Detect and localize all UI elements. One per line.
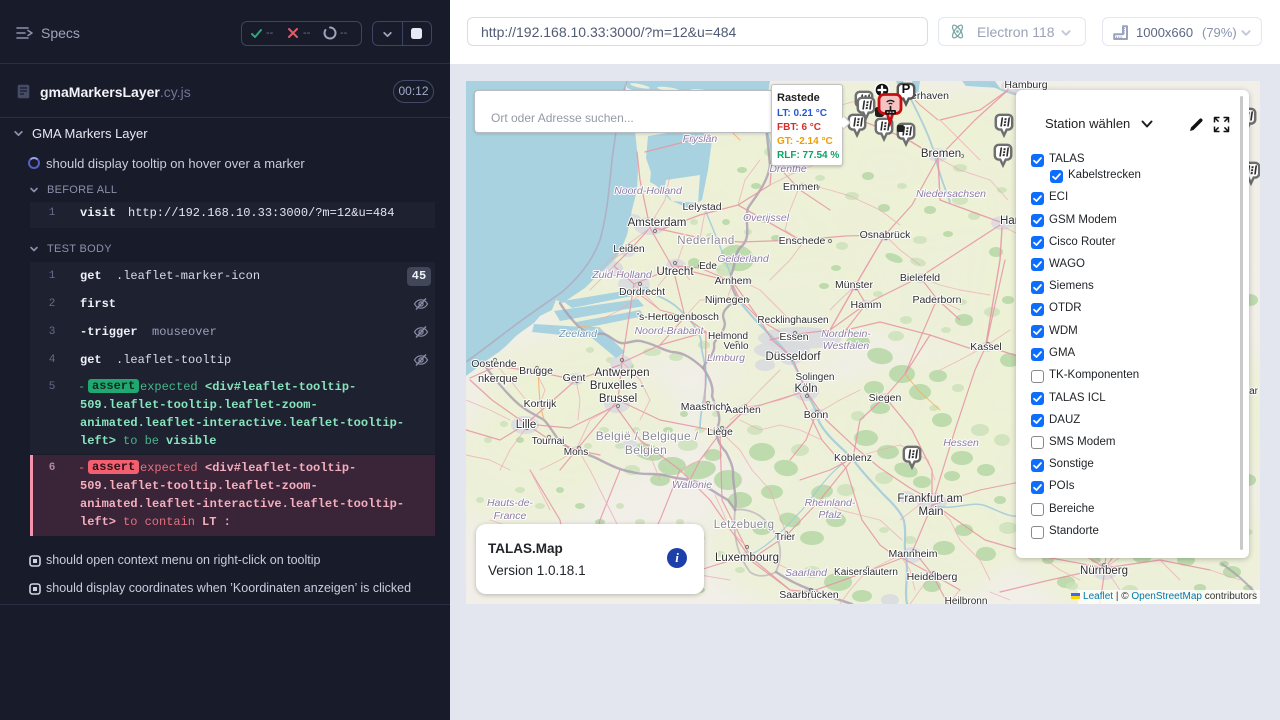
- svg-text:Noord-Holland: Noord-Holland: [614, 185, 683, 197]
- svg-text:Utrecht: Utrecht: [656, 266, 694, 278]
- svg-text:Kassel: Kassel: [970, 341, 1002, 353]
- svg-text:Lelystad: Lelystad: [682, 201, 721, 213]
- svg-text:Amsterdam: Amsterdam: [628, 217, 687, 229]
- svg-text:Düsseldorf: Düsseldorf: [766, 351, 822, 363]
- svg-text:Rheinland-: Rheinland-: [805, 497, 856, 509]
- svg-text:Niedersachsen: Niedersachsen: [916, 188, 986, 200]
- svg-text:Dordrecht: Dordrecht: [619, 286, 665, 298]
- svg-text:Solingen: Solingen: [796, 372, 835, 383]
- svg-text:Köln: Köln: [794, 383, 817, 395]
- svg-text:'s-Hertogenbosch: 's-Hertogenbosch: [637, 311, 719, 323]
- svg-text:Wallonie: Wallonie: [672, 479, 712, 491]
- svg-text:Recklinghausen: Recklinghausen: [757, 315, 828, 326]
- svg-text:Liège: Liège: [707, 426, 733, 438]
- svg-text:Paderborn: Paderborn: [912, 294, 961, 306]
- svg-text:Letzebuerg: Letzebuerg: [714, 519, 775, 531]
- svg-text:Zuid-Holland: Zuid-Holland: [591, 269, 653, 281]
- svg-text:Trier: Trier: [775, 532, 796, 543]
- svg-text:Gent: Gent: [563, 372, 586, 384]
- svg-text:nkerque: nkerque: [478, 373, 518, 385]
- svg-text:Kaiserslautern: Kaiserslautern: [834, 567, 898, 578]
- svg-text:Bonn: Bonn: [804, 409, 829, 421]
- svg-text:Nederland: Nederland: [677, 235, 735, 247]
- svg-text:Main: Main: [919, 506, 944, 518]
- svg-text:Limburg: Limburg: [707, 352, 745, 364]
- svg-text:Nordrhein-: Nordrhein-: [821, 328, 871, 340]
- svg-text:Venlo: Venlo: [723, 341, 748, 352]
- svg-text:Saarland: Saarland: [785, 567, 828, 579]
- svg-text:Bruxelles -: Bruxelles -: [590, 380, 644, 392]
- svg-text:België / Belgique /: België / Belgique /: [596, 429, 699, 443]
- svg-text:Westfalen: Westfalen: [823, 340, 870, 352]
- svg-text:Münster: Münster: [835, 279, 873, 291]
- svg-text:Arnhem: Arnhem: [715, 275, 752, 287]
- svg-text:Zeeland: Zeeland: [558, 328, 598, 340]
- svg-text:Lille: Lille: [516, 419, 536, 431]
- svg-text:Brussel: Brussel: [599, 393, 637, 405]
- svg-text:Aachen: Aachen: [725, 404, 761, 416]
- svg-text:Saarbrücken: Saarbrücken: [779, 589, 839, 601]
- svg-text:Hessen: Hessen: [943, 437, 979, 449]
- svg-text:Hamm: Hamm: [851, 299, 882, 311]
- svg-text:Antwerpen: Antwerpen: [595, 367, 650, 379]
- svg-text:Gelderland: Gelderland: [717, 253, 770, 265]
- svg-text:Pfalz: Pfalz: [818, 509, 842, 521]
- svg-text:Maastricht: Maastricht: [681, 401, 730, 413]
- svg-text:Bremen: Bremen: [921, 148, 961, 160]
- svg-text:Oostende: Oostende: [471, 358, 517, 370]
- svg-text:Nürnberg: Nürnberg: [1080, 565, 1128, 577]
- svg-text:Noord-Brabant: Noord-Brabant: [635, 325, 705, 337]
- svg-text:Overijssel: Overijssel: [743, 212, 790, 224]
- svg-text:Fryslân: Fryslân: [683, 133, 718, 145]
- svg-text:Leiden: Leiden: [613, 243, 645, 255]
- svg-text:Enschede: Enschede: [779, 235, 826, 247]
- svg-text:Heilbronn: Heilbronn: [945, 596, 988, 604]
- svg-text:Emmen: Emmen: [783, 181, 819, 193]
- svg-text:Siegen: Siegen: [869, 392, 902, 404]
- svg-text:Heidelberg: Heidelberg: [907, 571, 958, 583]
- svg-text:Mannheim: Mannheim: [888, 548, 937, 560]
- svg-text:Kortrijk: Kortrijk: [524, 398, 557, 410]
- svg-text:Bielefeld: Bielefeld: [900, 272, 940, 284]
- svg-text:Tournai: Tournai: [532, 436, 565, 447]
- svg-text:Osnabrück: Osnabrück: [860, 229, 912, 241]
- svg-text:Mons: Mons: [564, 447, 588, 458]
- svg-text:P: P: [902, 81, 911, 96]
- svg-text:France: France: [494, 510, 527, 522]
- svg-text:Brugge: Brugge: [519, 365, 553, 377]
- svg-text:Nijmegen: Nijmegen: [705, 294, 750, 306]
- svg-text:Luxembourg: Luxembourg: [715, 552, 779, 564]
- svg-text:Belgien: Belgien: [625, 443, 667, 457]
- svg-text:Frankfurt am: Frankfurt am: [897, 493, 962, 505]
- svg-text:Ede: Ede: [699, 261, 717, 272]
- svg-text:Hauts-de-: Hauts-de-: [487, 497, 534, 509]
- svg-text:Essen: Essen: [779, 331, 808, 343]
- svg-text:erhaven: erhaven: [911, 90, 949, 102]
- svg-text:Koblenz: Koblenz: [834, 452, 872, 464]
